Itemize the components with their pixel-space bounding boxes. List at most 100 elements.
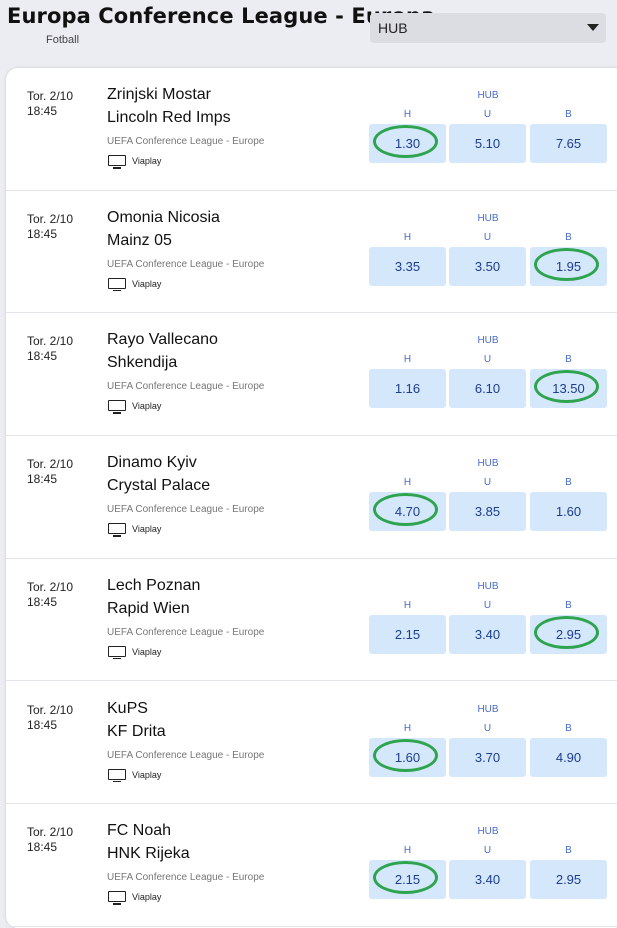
chevron-down-icon — [587, 24, 599, 31]
match-time: 18:45 — [27, 226, 58, 241]
odds-value: 1.95 — [555, 258, 582, 274]
odds-button[interactable]: 2.15 — [369, 614, 446, 654]
home-team[interactable]: Zrinjski Mostar — [107, 86, 211, 104]
match-row[interactable]: Tor. 2/10 18:45 FC Noah HNK Rijeka UEFA Conf… — [6, 804, 617, 927]
odds-button[interactable]: 1.30 — [369, 124, 446, 163]
away-team[interactable]: KF Drita — [107, 723, 166, 741]
match-time: 18:45 — [27, 104, 58, 118]
odds-button[interactable]: 4.70 — [369, 492, 446, 532]
odds-column-label: H — [403, 354, 412, 366]
away-team[interactable]: Lincoln Red Imps — [107, 109, 231, 127]
odds-button[interactable]: 2.95 — [530, 614, 607, 654]
league-name: UEFA Conference League - Europe — [107, 504, 265, 516]
odds-value: 3.40 — [474, 626, 501, 642]
match-date: Tor. 2/10 — [27, 457, 74, 472]
tv-channel: Viaplay — [132, 892, 162, 903]
odds-value: 3.35 — [394, 258, 421, 274]
home-team[interactable]: Omonia Nicosia — [107, 209, 220, 227]
odds-value: 2.95 — [555, 872, 582, 888]
match-datetime: Tor. 2/10 18:45 — [27, 825, 73, 855]
away-team[interactable]: Crystal Palace — [107, 477, 210, 495]
match-date: Tor. 2/10 — [27, 334, 74, 349]
tv-icon — [108, 277, 126, 292]
tv-channel: Viaplay — [132, 401, 162, 412]
tv-channel: Viaplay — [132, 646, 162, 657]
odds-button[interactable]: 5.10 — [449, 124, 526, 163]
match-date: Tor. 2/10 — [27, 89, 74, 103]
odds-button[interactable]: 1.16 — [369, 369, 446, 409]
odds-button[interactable]: 3.85 — [449, 492, 526, 532]
odds-market-label: HUB — [477, 458, 499, 470]
match-row[interactable]: Tor. 2/10 18:45 Lech Poznan Rapid Wien UEFA … — [6, 559, 617, 682]
match-datetime: Tor. 2/10 18:45 — [27, 457, 73, 487]
odds-button[interactable]: 1.60 — [530, 492, 607, 532]
odds-button[interactable]: 3.50 — [449, 246, 526, 286]
home-team[interactable]: Rayo Vallecano — [107, 331, 218, 349]
tv-channel: Viaplay — [132, 524, 162, 535]
odds-value: 6.10 — [474, 381, 501, 397]
match-row[interactable]: Tor. 2/10 18:45 Omonia Nicosia Mainz 05 UEFA… — [6, 191, 617, 314]
match-datetime: Tor. 2/10 18:45 — [27, 212, 73, 242]
odds-value: 5.10 — [474, 136, 501, 151]
odds-value: 2.15 — [394, 872, 421, 888]
away-team[interactable]: HNK Rijeka — [107, 845, 190, 863]
odds-column-label: B — [565, 354, 572, 366]
odds-button[interactable]: 3.40 — [449, 614, 526, 654]
odds-column-label: B — [565, 599, 572, 611]
match-list: Tor. 2/10 18:45 Zrinjski Mostar Lincoln Red… — [6, 68, 617, 928]
tv-icon — [108, 400, 126, 414]
odds-column-label: H — [403, 599, 412, 611]
odds-column-label: U — [483, 109, 492, 120]
odds-value: 1.30 — [394, 136, 421, 151]
home-team[interactable]: Dinamo Kyiv — [107, 454, 197, 472]
odds-column-label: U — [483, 845, 492, 857]
odds-column-label: U — [483, 231, 492, 243]
odds-column-label: B — [565, 722, 572, 734]
odds-market-label: HUB — [477, 335, 499, 347]
odds-button[interactable]: 1.95 — [530, 246, 607, 286]
odds-column-label: U — [483, 354, 492, 366]
odds-button[interactable]: 3.70 — [449, 737, 526, 777]
odds-value: 1.60 — [555, 504, 582, 520]
odds-button[interactable]: 13.50 — [530, 369, 607, 409]
odds-column-label: B — [565, 845, 572, 857]
odds-button[interactable]: 1.60 — [369, 737, 446, 777]
odds-button[interactable]: 3.40 — [449, 860, 526, 900]
league-name: UEFA Conference League - Europe — [107, 872, 265, 884]
match-row[interactable]: Tor. 2/10 18:45 KuPS KF Drita UEFA Conferenc… — [6, 682, 617, 805]
home-team[interactable]: KuPS — [107, 700, 148, 718]
match-row[interactable]: Tor. 2/10 18:45 Dinamo Kyiv Crystal Palace U… — [6, 436, 617, 559]
away-team[interactable]: Shkendija — [107, 354, 177, 372]
home-team[interactable]: FC Noah — [107, 822, 171, 840]
away-team[interactable]: Rapid Wien — [107, 600, 190, 618]
tv-icon — [108, 891, 126, 905]
match-date: Tor. 2/10 — [27, 702, 74, 717]
odds-button[interactable]: 4.90 — [530, 737, 607, 777]
odds-column-label: B — [565, 477, 572, 489]
league-name: UEFA Conference League - Europe — [107, 136, 265, 147]
odds-button[interactable]: 3.35 — [369, 246, 446, 286]
odds-button[interactable]: 7.65 — [530, 124, 607, 163]
odds-value: 3.70 — [474, 749, 501, 765]
odds-button[interactable]: 6.10 — [449, 369, 526, 409]
odds-button[interactable]: 2.95 — [530, 860, 607, 900]
away-team[interactable]: Mainz 05 — [107, 232, 172, 250]
tv-channel: Viaplay — [132, 769, 162, 780]
odds-value: 13.50 — [552, 381, 585, 397]
odds-column-label: H — [403, 231, 412, 243]
match-time: 18:45 — [27, 349, 58, 364]
league-name: UEFA Conference League - Europe — [107, 626, 265, 638]
match-date: Tor. 2/10 — [27, 825, 74, 840]
match-date: Tor. 2/10 — [27, 211, 74, 226]
home-team[interactable]: Lech Poznan — [107, 577, 200, 595]
match-row[interactable]: Tor. 2/10 18:45 Zrinjski Mostar Lincoln Red… — [6, 68, 617, 191]
market-select[interactable]: HUB — [370, 13, 606, 43]
sport-label: Fotball — [46, 34, 80, 46]
odds-market-label: HUB — [477, 580, 499, 592]
odds-column-label: U — [483, 722, 492, 734]
tv-channel: Viaplay — [132, 278, 162, 289]
match-row[interactable]: Tor. 2/10 18:45 Rayo Vallecano Shkendija UEF… — [6, 313, 617, 437]
odds-button[interactable]: 2.15 — [369, 860, 446, 900]
match-time: 18:45 — [27, 472, 58, 487]
odds-market-label: HUB — [477, 90, 499, 101]
